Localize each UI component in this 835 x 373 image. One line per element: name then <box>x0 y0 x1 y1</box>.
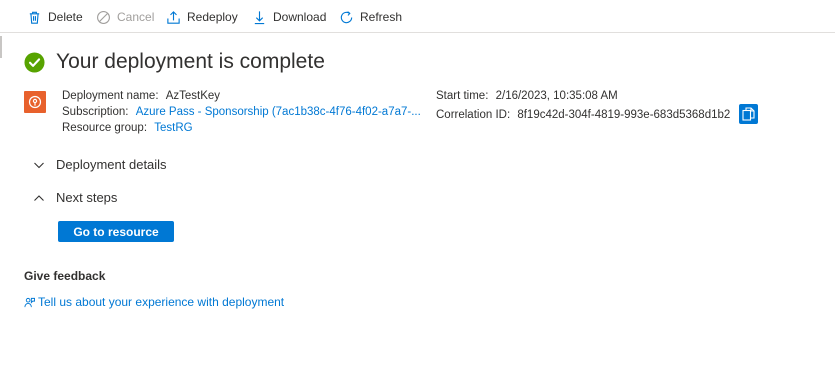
page-title: Your deployment is complete <box>56 50 325 73</box>
deployment-name-value: AzTestKey <box>165 90 221 102</box>
subscription-label: Subscription: <box>62 106 129 118</box>
next-steps-toggle[interactable]: Next steps <box>33 190 117 205</box>
deployment-details-label: Deployment details <box>56 157 167 172</box>
resource-group-row: Resource group: TestRG <box>62 120 193 136</box>
correlation-id-label: Correlation ID: <box>436 109 511 121</box>
resource-type-icon <box>24 91 46 113</box>
correlation-id-row: Correlation ID: 8f19c42d-304f-4819-993e-… <box>436 107 730 123</box>
key-vault-icon <box>28 95 42 109</box>
feedback-link[interactable]: Tell us about your experience with deplo… <box>24 295 284 309</box>
download-button[interactable]: Download <box>252 7 326 27</box>
command-bar: Delete Cancel Redeploy Download Refresh <box>0 0 835 33</box>
redeploy-button[interactable]: Redeploy <box>166 7 238 27</box>
refresh-label: Refresh <box>360 10 403 24</box>
redeploy-label: Redeploy <box>187 10 238 24</box>
cancel-icon <box>97 10 110 24</box>
feedback-heading: Give feedback <box>24 269 106 283</box>
page-header: Your deployment is complete <box>24 50 325 74</box>
upload-icon <box>167 10 180 24</box>
refresh-button[interactable]: Refresh <box>339 7 402 27</box>
next-steps-label: Next steps <box>56 190 118 205</box>
start-time-value: 2/16/2023, 10:35:08 AM <box>495 90 618 102</box>
refresh-icon <box>340 10 353 23</box>
deployment-name-row: Deployment name: AzTestKey <box>62 88 220 104</box>
correlation-id-value: 8f19c42d-304f-4819-993e-683d5368d1b2 <box>517 109 731 121</box>
subscription-row: Subscription: Azure Pass - Sponsorship (… <box>62 104 421 120</box>
delete-label: Delete <box>48 10 83 24</box>
deployment-name-label: Deployment name: <box>62 90 159 102</box>
deployment-details-toggle[interactable]: Deployment details <box>33 157 167 172</box>
copy-correlation-id-button[interactable] <box>739 104 758 124</box>
chevron-down-icon <box>34 162 44 168</box>
download-label: Download <box>273 10 327 24</box>
subscription-link[interactable]: Azure Pass - Sponsorship (7ac1b38c-4f76-… <box>136 106 421 118</box>
delete-button[interactable]: Delete <box>27 7 83 27</box>
people-feedback-icon <box>24 297 35 307</box>
trash-icon <box>29 11 40 24</box>
resource-group-link[interactable]: TestRG <box>154 122 192 134</box>
start-time-label: Start time: <box>436 90 489 102</box>
check-circle-icon <box>24 51 45 73</box>
chevron-up-icon <box>34 194 44 201</box>
resource-group-label: Resource group: <box>62 122 148 134</box>
cancel-button[interactable]: Cancel <box>96 7 154 27</box>
download-icon <box>254 10 265 24</box>
cancel-label: Cancel <box>117 10 155 24</box>
feedback-link-label: Tell us about your experience with deplo… <box>38 295 285 309</box>
panel-edge <box>0 36 2 58</box>
go-to-resource-button[interactable]: Go to resource <box>58 221 174 242</box>
start-time-row: Start time: 2/16/2023, 10:35:08 AM <box>436 88 618 104</box>
copy-icon <box>742 107 755 121</box>
